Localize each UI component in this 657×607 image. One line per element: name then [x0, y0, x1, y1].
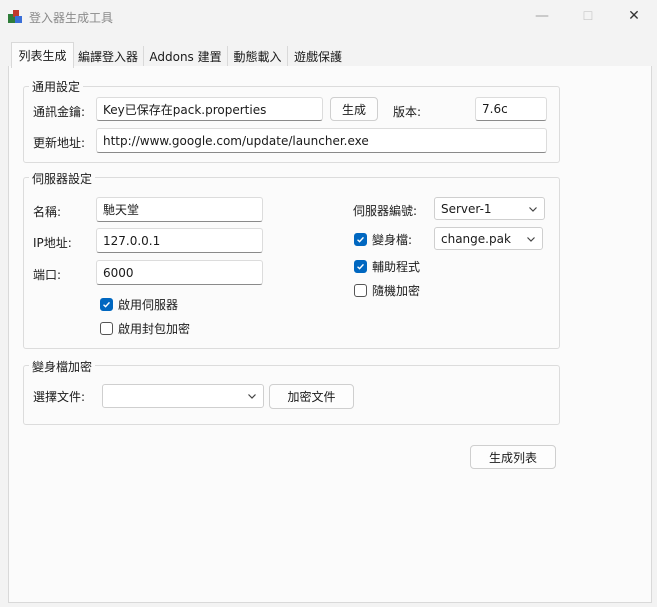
server-name-input[interactable] [96, 197, 263, 222]
port-input[interactable] [96, 260, 263, 285]
version-input[interactable] [475, 97, 547, 121]
tab-label: Addons 建置 [149, 49, 222, 64]
checkbox-label: 啟用封包加密 [118, 322, 191, 336]
update-url-input[interactable] [96, 128, 547, 153]
tab-label: 編譯登入器 [77, 49, 138, 64]
close-button[interactable]: ✕ [611, 0, 657, 32]
checkbox-label: 變身檔: [372, 233, 413, 247]
enable-packet-encrypt-checkbox[interactable]: 啟用封包加密 [100, 320, 190, 337]
checkbox-checked-icon [354, 233, 367, 246]
chevron-down-icon [248, 394, 256, 399]
app-icon [8, 10, 22, 23]
window-title: 登入器生成工具 [29, 11, 114, 25]
minimize-icon: — [535, 8, 549, 24]
maximize-button[interactable]: ☐ [565, 0, 611, 32]
chevron-down-icon [529, 206, 537, 212]
tab-game-protect[interactable]: 遊戲保護 [288, 46, 348, 66]
select-file-label: 選擇文件: [33, 390, 86, 404]
tab-label: 遊戲保護 [293, 49, 342, 64]
group-title: 變身檔加密 [29, 358, 96, 375]
tab-addons-build[interactable]: Addons 建置 [144, 46, 228, 66]
select-file-dropdown[interactable] [102, 384, 264, 408]
key-input[interactable] [96, 97, 323, 121]
update-url-label: 更新地址: [33, 136, 86, 150]
group-title: 通用設定 [29, 78, 84, 95]
generate-key-button[interactable]: 生成 [330, 97, 378, 121]
enable-server-checkbox[interactable]: 啟用伺服器 [100, 296, 178, 313]
port-label: 端口: [33, 268, 62, 282]
server-no-label: 伺服器編號: [353, 204, 418, 218]
server-name-label: 名稱: [33, 205, 62, 219]
tab-dynamic-load[interactable]: 動態載入 [228, 46, 288, 66]
checkbox-checked-icon [354, 260, 367, 273]
tab-label: 列表生成 [18, 49, 67, 63]
group-title: 伺服器設定 [29, 170, 96, 187]
version-label: 版本: [393, 105, 422, 119]
checkbox-unchecked-icon [100, 322, 113, 335]
chevron-down-icon [527, 236, 535, 242]
tab-list-generate[interactable]: 列表生成 [11, 42, 74, 68]
tab-label: 動態載入 [233, 49, 282, 64]
checkbox-label: 啟用伺服器 [118, 298, 179, 312]
close-icon: ✕ [628, 8, 640, 24]
select-value: change.pak [441, 231, 511, 246]
tab-compile-launcher[interactable]: 編譯登入器 [73, 46, 144, 66]
helper-program-checkbox[interactable]: 輔助程式 [354, 258, 420, 275]
ip-input[interactable] [96, 228, 263, 253]
morph-file-select[interactable]: change.pak [434, 227, 543, 250]
maximize-icon: ☐ [582, 9, 594, 23]
ip-label: IP地址: [33, 236, 72, 250]
select-value: Server-1 [441, 201, 492, 216]
key-label: 通訊金鑰: [33, 105, 86, 119]
random-encrypt-checkbox[interactable]: 隨機加密 [354, 282, 420, 299]
checkbox-label: 輔助程式 [372, 260, 421, 274]
generate-list-button[interactable]: 生成列表 [470, 445, 556, 469]
checkbox-unchecked-icon [354, 284, 367, 297]
checkbox-label: 隨機加密 [372, 284, 421, 298]
morph-file-checkbox[interactable]: 變身檔: [354, 231, 412, 248]
server-no-select[interactable]: Server-1 [434, 197, 545, 220]
encrypt-file-button[interactable]: 加密文件 [269, 384, 354, 409]
checkbox-checked-icon [100, 298, 113, 311]
minimize-button[interactable]: — [519, 0, 565, 32]
